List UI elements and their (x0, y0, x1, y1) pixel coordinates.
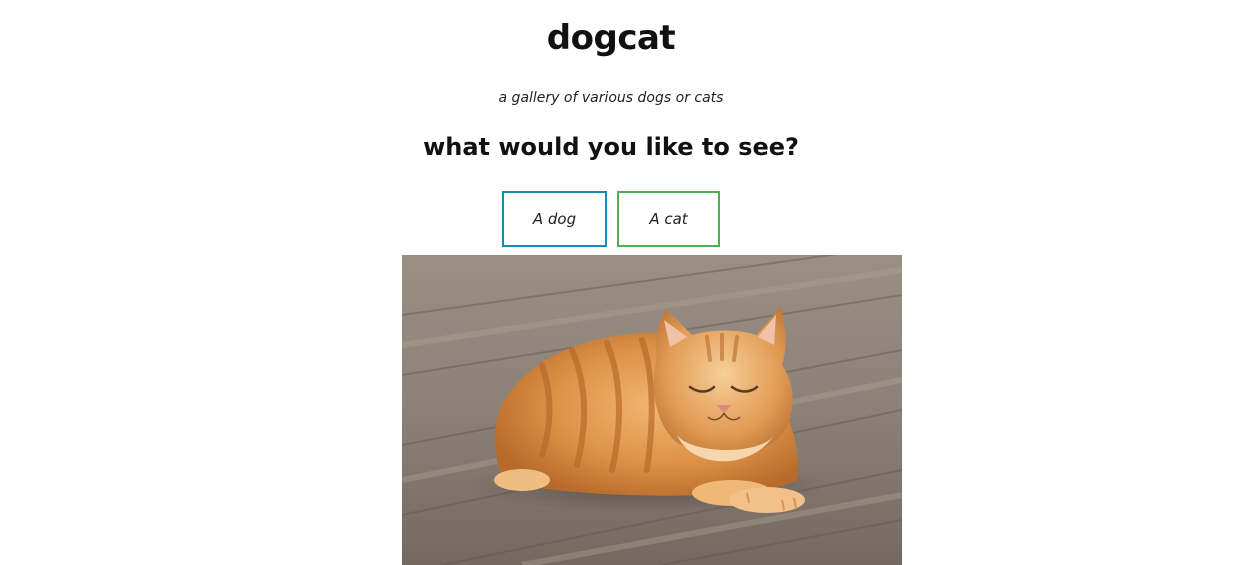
site-tagline: a gallery of various dogs or cats (498, 90, 724, 106)
gallery-image (402, 255, 902, 565)
cat-photo-illustration (402, 255, 902, 565)
site-title: dogcat (546, 18, 676, 58)
dog-button[interactable]: A dog (502, 191, 607, 247)
cat-button[interactable]: A cat (617, 191, 720, 247)
prompt-question: what would you like to see? (423, 133, 799, 161)
